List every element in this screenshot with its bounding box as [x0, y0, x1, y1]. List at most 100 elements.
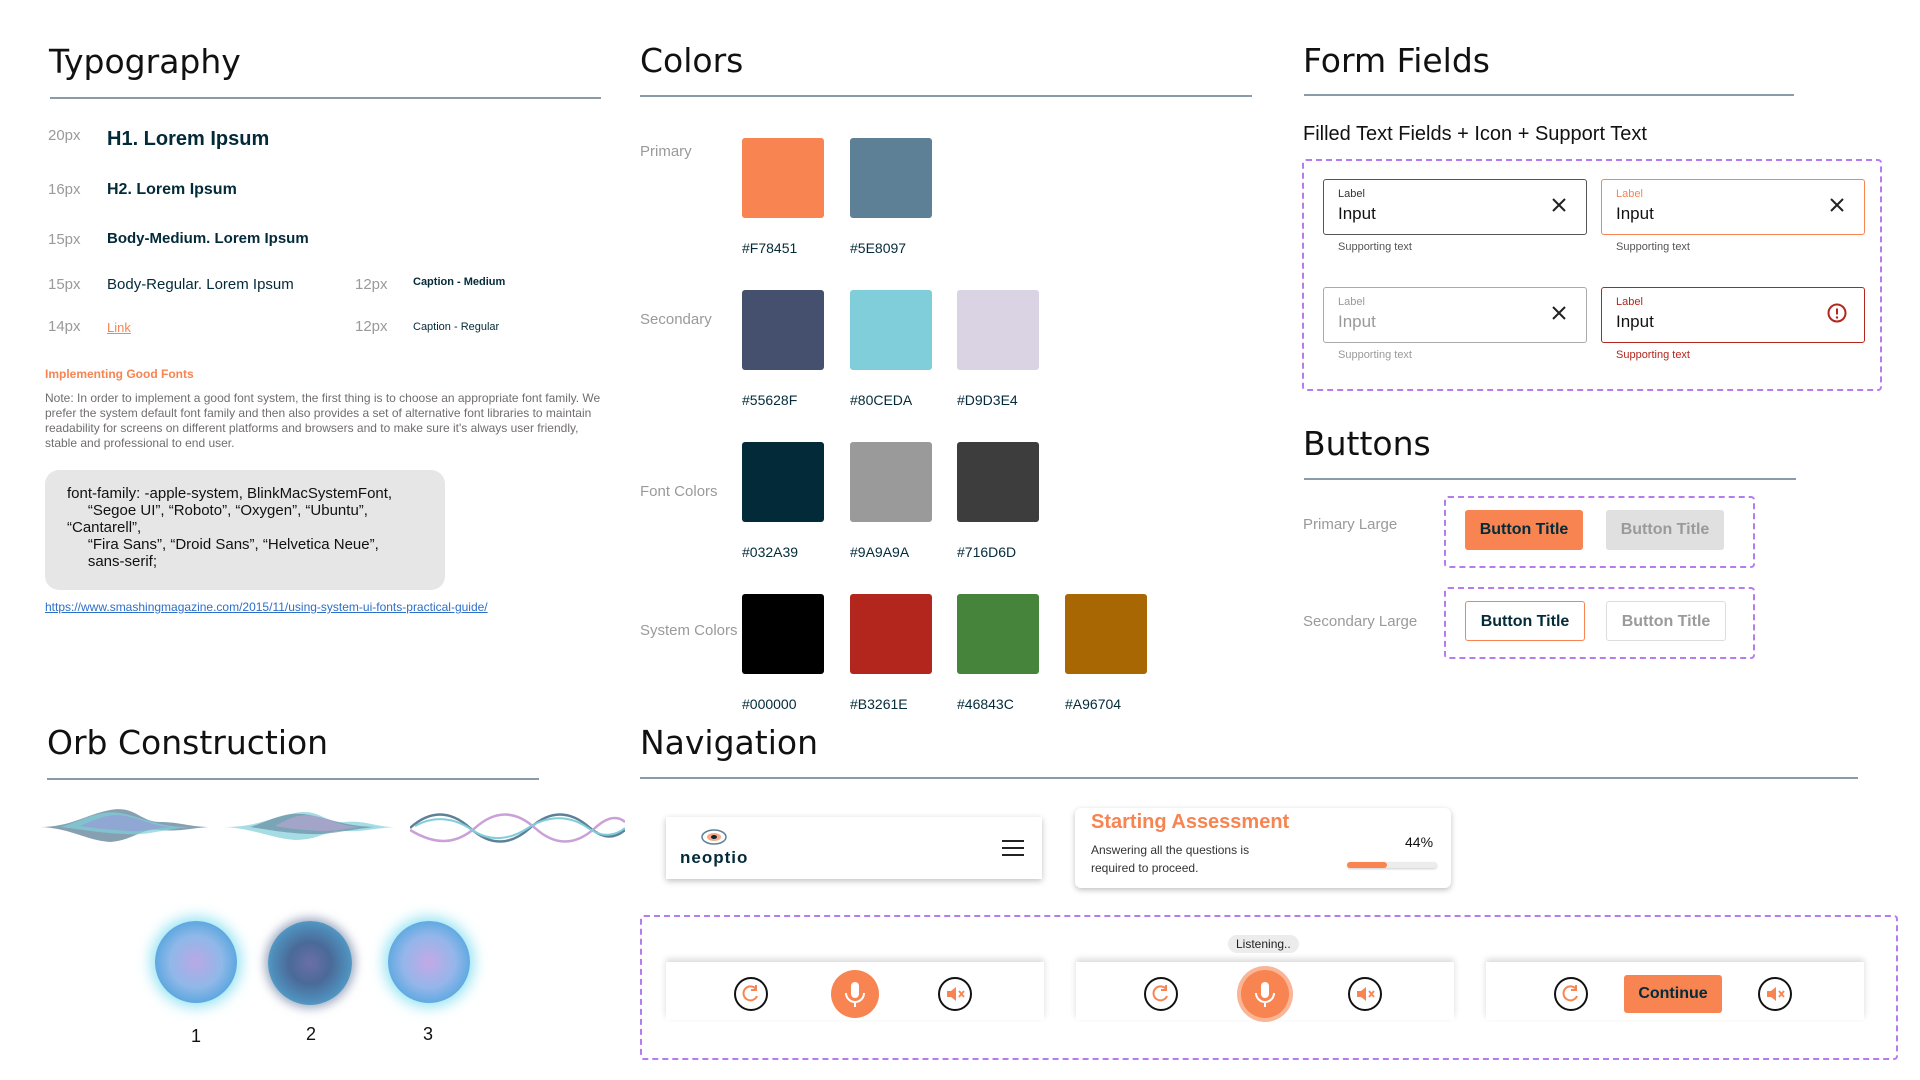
brand-logo-icon: [701, 829, 727, 845]
primary-large-button-disabled[interactable]: Button Title: [1606, 510, 1724, 550]
error-icon: [1827, 303, 1847, 323]
microphone-icon: [845, 982, 865, 1007]
mute-icon: [1357, 987, 1375, 1001]
body-regular-sample: Body-Regular. Lorem Ipsum: [107, 276, 294, 293]
hex-label: #032A39: [742, 544, 799, 560]
mute-icon: [1767, 987, 1785, 1001]
hex-label: #80CEDA: [850, 392, 913, 408]
swatch-system-1: [742, 594, 824, 674]
wave-layer-2: [225, 812, 395, 840]
buttons-title: Buttons: [1303, 424, 1431, 463]
type-size-label: 12px: [355, 318, 388, 335]
hex-label: #D9D3E4: [957, 392, 1018, 408]
form-fields-subtitle: Filled Text Fields + Icon + Support Text: [1303, 123, 1647, 145]
field-value: Input: [1338, 312, 1376, 331]
color-group-label: Font Colors: [640, 483, 718, 500]
wave-layer-1: [40, 809, 210, 842]
close-icon[interactable]: [1548, 302, 1570, 324]
hex-label: #46843C: [957, 696, 1014, 712]
close-icon[interactable]: [1826, 194, 1848, 216]
swatch-secondary-1: [742, 290, 824, 370]
body-medium-sample: Body-Medium. Lorem Ipsum: [107, 230, 309, 247]
swatch-system-2: [850, 594, 932, 674]
reference-link[interactable]: https://www.smashingmagazine.com/2015/11…: [45, 600, 488, 614]
hex-label: #B3261E: [850, 696, 908, 712]
type-size-label: 15px: [48, 231, 81, 248]
hex-label: #9A9A9A: [850, 544, 910, 560]
field-label: Label: [1338, 188, 1365, 200]
microphone-icon: [1255, 982, 1275, 1007]
continue-button[interactable]: Continue: [1624, 975, 1722, 1013]
support-text: Supporting text: [1338, 241, 1412, 253]
colors-title: Colors: [640, 41, 744, 80]
hex-label: #000000: [742, 696, 797, 712]
field-label: Label: [1616, 296, 1643, 308]
replay-button[interactable]: [1554, 977, 1588, 1011]
hamburger-menu-icon[interactable]: [1001, 839, 1025, 857]
code-block: font-family: -apple-system, BlinkMacSyst…: [45, 470, 445, 590]
text-field-focused[interactable]: Label Input: [1601, 179, 1865, 235]
progress-track: [1347, 862, 1437, 868]
progress-fill: [1347, 862, 1387, 868]
form-fields-divider: [1304, 94, 1794, 96]
swatch-font-1: [742, 442, 824, 522]
secondary-large-button[interactable]: Button Title: [1465, 601, 1585, 641]
h1-sample: H1. Lorem Ipsum: [107, 128, 270, 150]
type-size-label: 16px: [48, 181, 81, 198]
mute-button[interactable]: [1348, 977, 1382, 1011]
app-header: neoptio: [666, 817, 1042, 879]
hex-label: #55628F: [742, 392, 798, 408]
navigation-divider: [640, 777, 1858, 779]
color-group-label: Primary: [640, 143, 692, 160]
hex-label: #F78451: [742, 240, 798, 256]
text-field-disabled[interactable]: Label Input: [1323, 287, 1587, 343]
control-bar-listening: [1076, 962, 1454, 1020]
swatch-primary-2: [850, 138, 932, 218]
link-sample[interactable]: Link: [107, 320, 131, 335]
orb-number: 2: [306, 1024, 317, 1044]
text-field-error[interactable]: Label Input: [1601, 287, 1865, 343]
control-bar-continue: Continue: [1486, 962, 1864, 1020]
brand-name: neoptio: [680, 848, 749, 867]
mute-button[interactable]: [938, 977, 972, 1011]
orb-1: [155, 921, 237, 1003]
assessment-card: Starting Assessment Answering all the qu…: [1075, 808, 1451, 888]
button-row-label: Primary Large: [1303, 516, 1398, 533]
orb-title: Orb Construction: [47, 723, 329, 762]
primary-large-button[interactable]: Button Title: [1465, 510, 1583, 550]
typography-divider: [50, 97, 601, 99]
caption-regular-sample: Caption - Regular: [413, 321, 500, 333]
field-value: Input: [1616, 204, 1654, 223]
orb-number: 1: [191, 1026, 202, 1046]
swatch-secondary-3: [957, 290, 1039, 370]
close-icon[interactable]: [1548, 194, 1570, 216]
replay-button[interactable]: [734, 977, 768, 1011]
type-size-label: 12px: [355, 276, 388, 293]
color-group-label: System Colors: [640, 622, 738, 639]
replay-button[interactable]: [1144, 977, 1178, 1011]
code-text: font-family: -apple-system, BlinkMacSyst…: [67, 485, 393, 570]
mic-button-active[interactable]: [1241, 970, 1289, 1018]
hex-label: #716D6D: [957, 544, 1017, 560]
orb-divider: [47, 778, 539, 780]
typography-title: Typography: [49, 42, 241, 81]
secondary-large-button-disabled[interactable]: Button Title: [1606, 601, 1726, 641]
swatch-primary-1: [742, 138, 824, 218]
h2-sample: H2. Lorem Ipsum: [107, 181, 237, 198]
swatch-secondary-2: [850, 290, 932, 370]
type-size-label: 20px: [48, 127, 81, 144]
mic-button[interactable]: [831, 970, 879, 1018]
wave-lines: [410, 813, 625, 843]
text-field-default[interactable]: Label Input: [1323, 179, 1587, 235]
support-text: Supporting text: [1338, 349, 1412, 361]
progress-percent: 44%: [1405, 834, 1434, 850]
control-bar-idle: [666, 962, 1044, 1020]
caption-medium-sample: Caption - Medium: [413, 276, 506, 288]
type-size-label: 15px: [48, 276, 81, 293]
orb-number: 3: [423, 1024, 434, 1044]
form-fields-title: Form Fields: [1303, 41, 1490, 80]
mute-button[interactable]: [1758, 977, 1792, 1011]
swatch-system-3: [957, 594, 1039, 674]
hex-label: #A96704: [1065, 696, 1122, 712]
replay-icon: [1562, 985, 1578, 1002]
